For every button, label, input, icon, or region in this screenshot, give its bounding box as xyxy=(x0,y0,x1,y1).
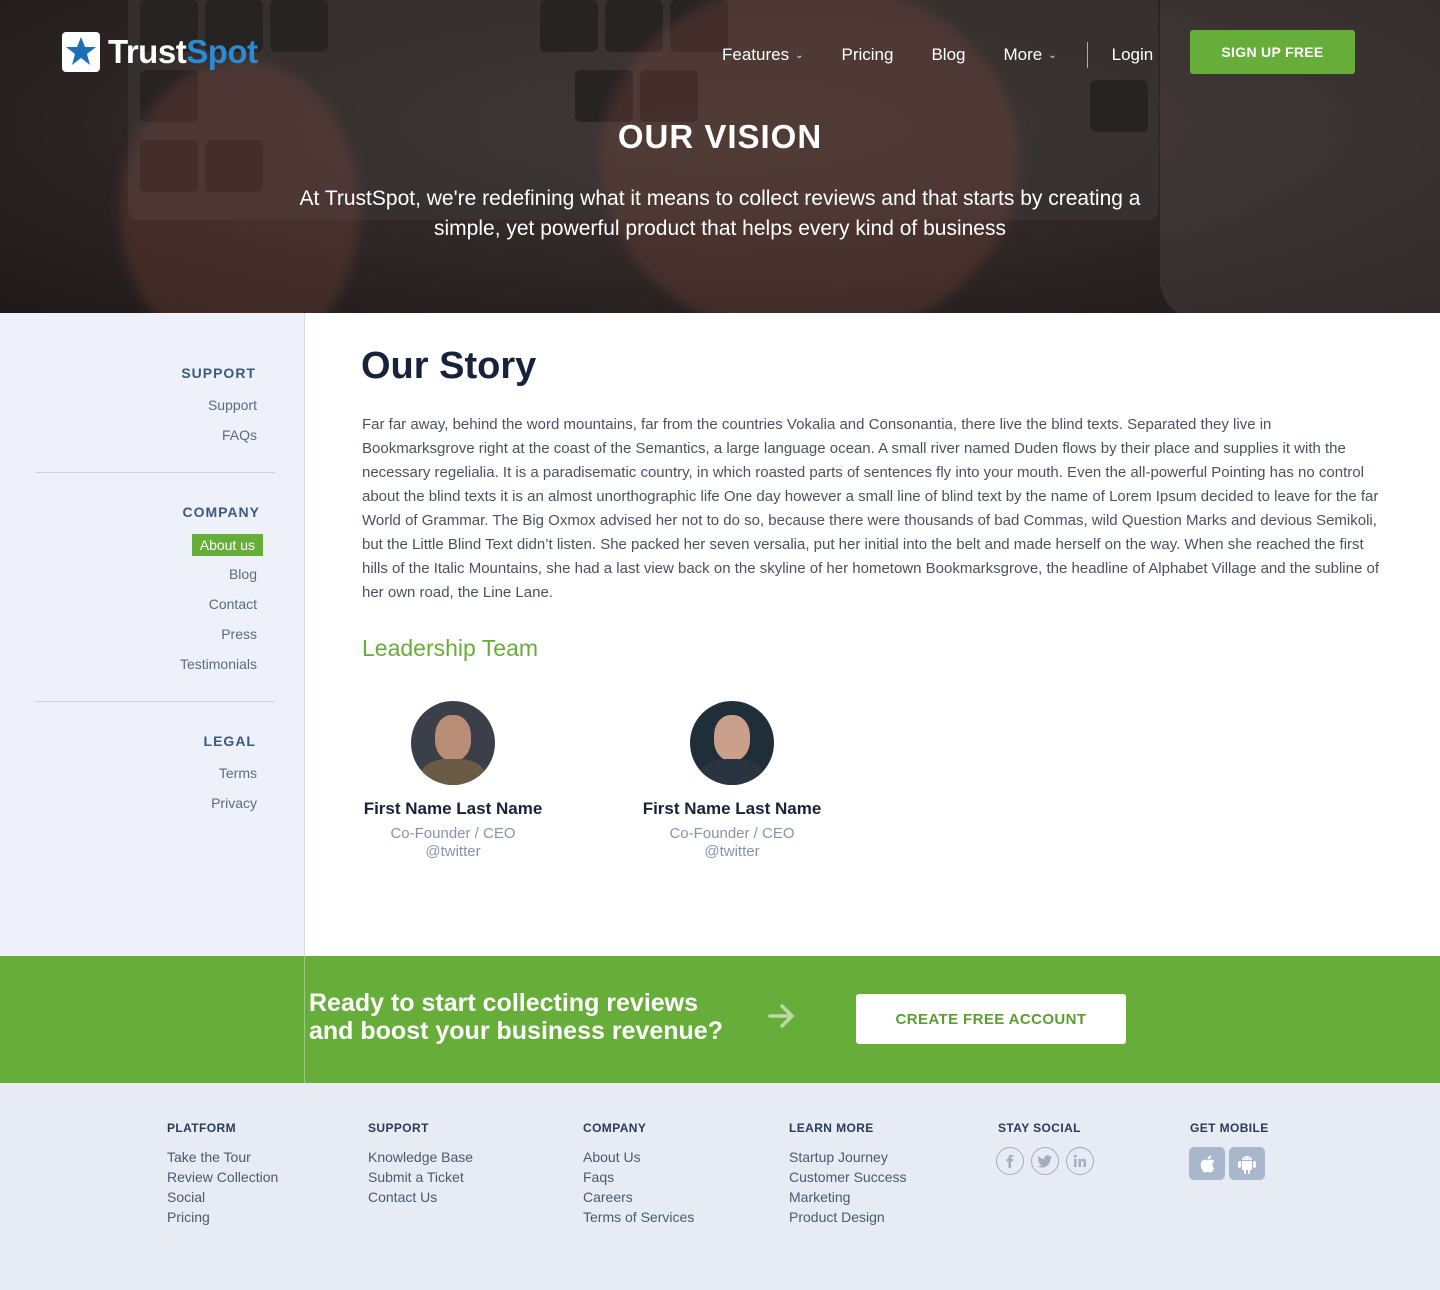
chevron-down-icon: ⌄ xyxy=(1048,49,1057,61)
sidebar-item-testimonials[interactable]: Testimonials xyxy=(180,654,257,684)
sidebar-item-support[interactable]: Support xyxy=(181,395,257,425)
sidebar-item-press[interactable]: Press xyxy=(180,624,257,654)
footer-social-title: STAY SOCIAL xyxy=(998,1121,1081,1135)
footer-link-submit-ticket[interactable]: Submit a Ticket xyxy=(368,1167,473,1187)
member-twitter-link[interactable]: @twitter xyxy=(632,843,832,861)
footer-link-pricing[interactable]: Pricing xyxy=(167,1207,278,1227)
top-nav: Features ⌄ Pricing Blog More ⌄ Login xyxy=(722,42,1191,68)
signup-button[interactable]: SIGN UP FREE xyxy=(1190,30,1355,74)
member-twitter-link[interactable]: @twitter xyxy=(353,843,553,861)
footer-support: SUPPORT Knowledge Base Submit a Ticket C… xyxy=(368,1121,473,1207)
footer-link-review-collection[interactable]: Review Collection xyxy=(167,1167,278,1187)
nav-divider xyxy=(1086,42,1088,68)
nav-pricing[interactable]: Pricing xyxy=(841,45,893,65)
sidebar-legal-title: LEGAL xyxy=(203,733,256,749)
team-member: First Name Last Name Co-Founder / CEO @t… xyxy=(632,701,832,861)
footer-platform: PLATFORM Take the Tour Review Collection… xyxy=(167,1121,278,1227)
footer-link-about-us[interactable]: About Us xyxy=(583,1147,694,1167)
footer-link-knowledge-base[interactable]: Knowledge Base xyxy=(368,1147,473,1167)
star-logo-icon xyxy=(62,32,100,72)
create-account-button[interactable]: CREATE FREE ACCOUNT xyxy=(856,994,1126,1044)
cta-heading: Ready to start collecting reviews and bo… xyxy=(309,989,723,1045)
footer-learn-more: LEARN MORE Startup Journey Customer Succ… xyxy=(789,1121,906,1227)
apple-icon[interactable] xyxy=(1189,1147,1225,1180)
nav-more-label: More xyxy=(1003,45,1043,64)
nav-more[interactable]: More ⌄ xyxy=(1003,45,1056,65)
arrow-right-icon xyxy=(766,1002,798,1035)
nav-features-label: Features xyxy=(722,45,790,64)
chevron-down-icon: ⌄ xyxy=(795,49,804,61)
social-icons xyxy=(996,1147,1094,1175)
sidebar-item-contact[interactable]: Contact xyxy=(180,594,257,624)
sidebar-item-blog[interactable]: Blog xyxy=(180,564,257,594)
logo-text-spot: Spot xyxy=(186,33,258,70)
page-title: Our Story xyxy=(361,345,537,387)
sidebar-divider xyxy=(35,701,275,702)
logo-text-trust: Trust xyxy=(108,33,187,70)
footer-company: COMPANY About Us Faqs Careers Terms of S… xyxy=(583,1121,694,1227)
avatar xyxy=(411,701,495,785)
hero-title: OUR VISION xyxy=(617,118,823,155)
sidebar-support-group: SUPPORT Support FAQs xyxy=(181,365,257,455)
facebook-icon[interactable] xyxy=(996,1147,1024,1175)
sidebar-item-privacy[interactable]: Privacy xyxy=(204,793,257,823)
nav-features[interactable]: Features ⌄ xyxy=(722,45,803,65)
footer-company-title: COMPANY xyxy=(583,1121,647,1135)
team-member: First Name Last Name Co-Founder / CEO @t… xyxy=(353,701,553,861)
footer-link-social[interactable]: Social xyxy=(167,1187,278,1207)
twitter-icon[interactable] xyxy=(1031,1147,1059,1175)
footer-social: STAY SOCIAL xyxy=(996,1121,1094,1175)
member-name: First Name Last Name xyxy=(642,799,822,818)
footer-link-take-tour[interactable]: Take the Tour xyxy=(167,1147,278,1167)
sidebar-company-group: COMPANY About us Blog Contact Press Test… xyxy=(180,504,263,684)
avatar xyxy=(690,701,774,785)
android-icon[interactable] xyxy=(1229,1147,1265,1180)
hero-banner: TrustSpot Features ⌄ Pricing Blog More ⌄ L… xyxy=(0,0,1440,313)
sidebar-legal-group: LEGAL Terms Privacy xyxy=(204,733,257,823)
footer-link-careers[interactable]: Careers xyxy=(583,1187,694,1207)
footer-mobile-title: GET MOBILE xyxy=(1190,1121,1269,1135)
footer-link-contact-us[interactable]: Contact Us xyxy=(368,1187,473,1207)
footer-mobile: GET MOBILE xyxy=(1189,1121,1269,1180)
member-name: First Name Last Name xyxy=(363,799,543,818)
sidebar-support-title: SUPPORT xyxy=(181,365,256,381)
footer-platform-title: PLATFORM xyxy=(167,1121,236,1135)
sidebar-divider xyxy=(35,472,275,473)
main-content: Our Story Far far away, behind the word … xyxy=(305,313,1440,956)
story-paragraph: Far far away, behind the word mountains,… xyxy=(362,416,1380,601)
sidebar-item-terms[interactable]: Terms xyxy=(204,763,257,793)
hero-subtitle: At TrustSpot, we're redefining what it m… xyxy=(299,187,1141,240)
member-role: Co-Founder / CEO xyxy=(390,825,516,842)
footer-link-faqs[interactable]: Faqs xyxy=(583,1167,694,1187)
footer-support-title: SUPPORT xyxy=(368,1121,429,1135)
nav-login[interactable]: Login xyxy=(1112,45,1154,65)
footer: PLATFORM Take the Tour Review Collection… xyxy=(0,1083,1440,1290)
footer-link-product-design[interactable]: Product Design xyxy=(789,1207,906,1227)
member-role: Co-Founder / CEO xyxy=(669,825,795,842)
footer-link-terms[interactable]: Terms of Services xyxy=(583,1207,694,1227)
leadership-title: Leadership Team xyxy=(362,635,539,661)
mobile-app-icons xyxy=(1189,1147,1269,1180)
cta-line-1: Ready to start collecting reviews xyxy=(309,989,699,1017)
sidebar-item-faqs[interactable]: FAQs xyxy=(181,425,257,455)
footer-link-startup-journey[interactable]: Startup Journey xyxy=(789,1147,906,1167)
footer-learn-title: LEARN MORE xyxy=(789,1121,874,1135)
sidebar-item-about-us[interactable]: About us xyxy=(191,534,263,556)
nav-blog[interactable]: Blog xyxy=(931,45,965,65)
cta-line-2: and boost your business revenue? xyxy=(309,1017,723,1045)
cta-banner: Ready to start collecting reviews and bo… xyxy=(0,956,1440,1110)
trustspot-logo[interactable]: TrustSpot xyxy=(62,32,258,72)
sidebar-company-title: COMPANY xyxy=(182,504,260,520)
linkedin-icon[interactable] xyxy=(1066,1147,1094,1175)
footer-link-customer-success[interactable]: Customer Success xyxy=(789,1167,906,1187)
footer-link-marketing[interactable]: Marketing xyxy=(789,1187,906,1207)
